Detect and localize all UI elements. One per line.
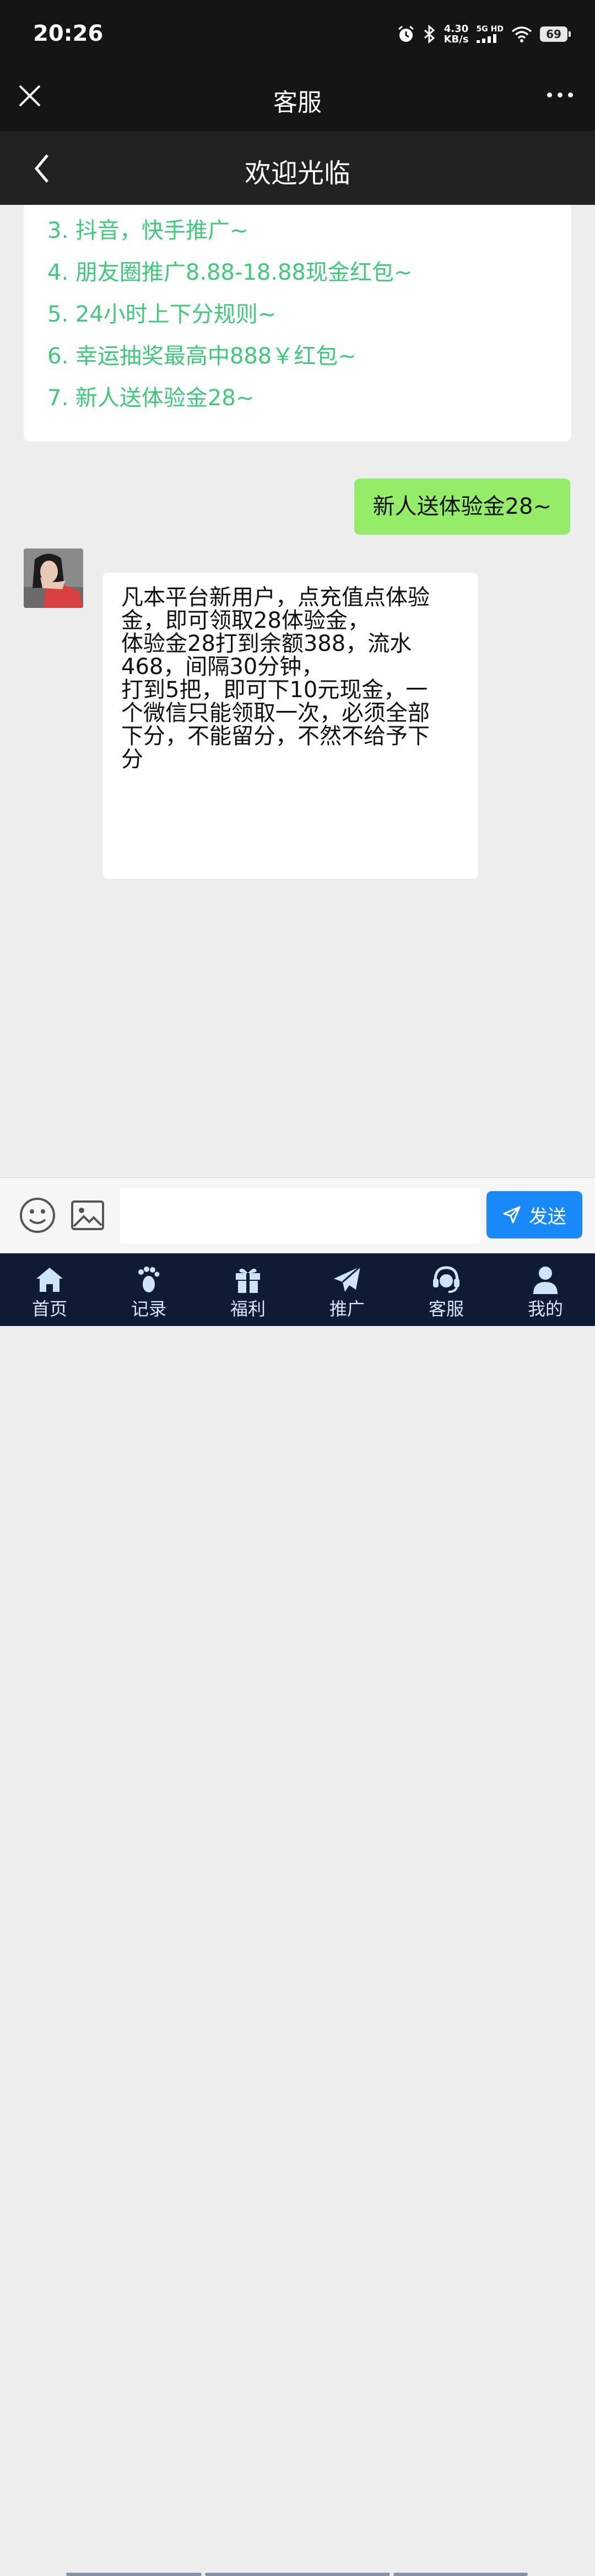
send-icon	[503, 1206, 521, 1224]
agent-avatar[interactable]	[24, 548, 83, 608]
chat-area[interactable]: 3. 抖音，快手推广~ 4. 朋友圈推广8.88-18.88现金红包~ 5. 2…	[0, 205, 595, 1177]
menu-item[interactable]: 7. 新人送体验金28~	[47, 380, 254, 412]
menu-item[interactable]: 6. 幸运抽奖最高中888￥红包~	[47, 338, 356, 370]
network-speed: 4.30 KB/s	[444, 24, 469, 45]
tab-label: 推广	[329, 1298, 365, 1319]
user-icon	[533, 1267, 558, 1294]
emoji-icon[interactable]	[19, 1197, 56, 1234]
tab-label: 福利	[230, 1298, 266, 1319]
message-input[interactable]	[120, 1188, 480, 1244]
status-time: 20:26	[33, 21, 104, 46]
menu-item[interactable]: 3. 抖音，快手推广~	[47, 213, 248, 244]
speed-value: 4.30	[443, 23, 469, 35]
agent-message-bubble: 凡本平台新用户，点充值点体验 金，即可领取28体验金， 体验金28打到余额388…	[102, 573, 478, 879]
wifi-icon	[511, 26, 532, 42]
tab-benefits[interactable]: 福利	[198, 1253, 298, 1326]
message-line: 分	[121, 747, 143, 772]
message-line: 下分，不能留分，不然不给予下	[121, 724, 430, 749]
status-icons: 4.30 KB/s 5G HD 69	[397, 23, 571, 45]
page-header: 欢迎光临	[0, 131, 595, 205]
menu-item[interactable]: 5. 24小时上下分规则~	[47, 296, 276, 328]
send-label: 发送	[529, 1205, 566, 1228]
signal-group: 5G HD	[476, 25, 504, 43]
tab-records[interactable]: 记录	[99, 1253, 198, 1326]
gesture-bar	[393, 2573, 528, 2576]
gift-icon	[236, 1268, 260, 1293]
chat-input-bar: 发送	[0, 1177, 595, 1254]
tab-home[interactable]: 首页	[0, 1253, 99, 1326]
footprint-icon	[138, 1267, 160, 1292]
alarm-icon	[398, 25, 414, 42]
tab-label: 客服	[428, 1298, 464, 1319]
page-title: 欢迎光临	[244, 158, 350, 189]
tab-profile[interactable]: 我的	[496, 1253, 595, 1326]
battery-icon: 69	[540, 26, 571, 42]
tab-promotion[interactable]: 推广	[298, 1253, 397, 1326]
network-type: 5G HD	[476, 25, 504, 34]
headset-icon	[433, 1266, 459, 1293]
bluetooth-icon	[424, 25, 435, 44]
tab-customer-service[interactable]: 客服	[397, 1253, 496, 1326]
bottom-tab-bar: 首页 记录 福利 推广 客服 我的	[0, 1253, 595, 2576]
more-options-icon[interactable]	[547, 93, 573, 97]
tab-label: 记录	[131, 1298, 166, 1319]
status-bar: 20:26 4.30 KB/s 5G HD 69	[0, 0, 595, 70]
paper-plane-icon	[334, 1265, 361, 1292]
home-icon	[36, 1268, 63, 1292]
user-message-bubble: 新人送体验金28~	[354, 479, 570, 535]
gesture-bar	[205, 2573, 390, 2576]
tab-label: 我的	[527, 1298, 563, 1319]
signal-icon	[476, 34, 496, 43]
tab-label: 首页	[31, 1298, 67, 1319]
speed-unit: KB/s	[443, 34, 469, 45]
webview-title: 客服	[273, 89, 322, 117]
send-button[interactable]: 发送	[486, 1191, 582, 1238]
gesture-bar	[66, 2573, 202, 2576]
menu-item[interactable]: 4. 朋友圈推广8.88-18.88现金红包~	[47, 254, 412, 286]
webview-header: 客服	[0, 70, 595, 131]
menu-message-card: 3. 抖音，快手推广~ 4. 朋友圈推广8.88-18.88现金红包~ 5. 2…	[24, 205, 571, 442]
image-upload-icon[interactable]	[71, 1200, 105, 1231]
